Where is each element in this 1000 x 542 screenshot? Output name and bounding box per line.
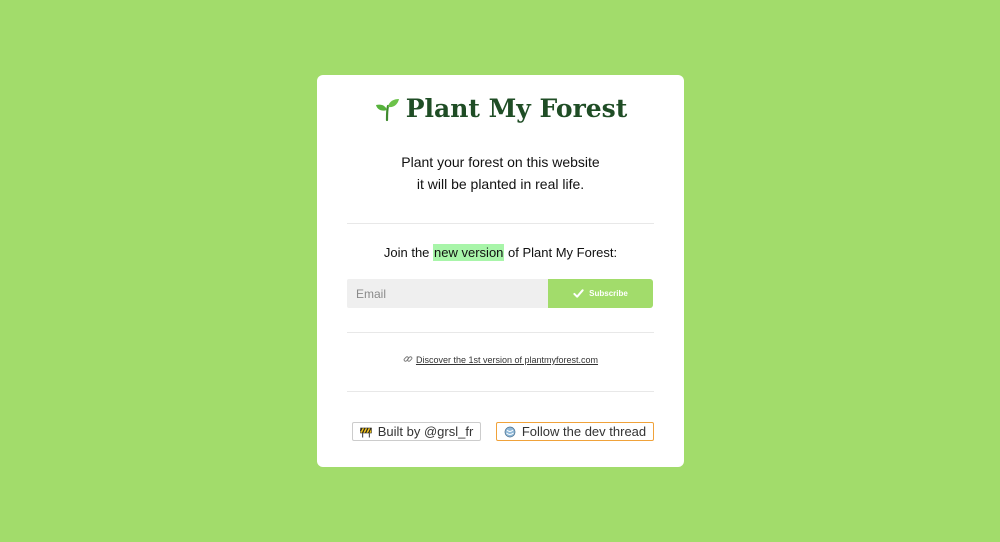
join-text: Join the new version of Plant My Forest: — [317, 244, 684, 261]
follow-thread-button[interactable]: Follow the dev thread — [496, 422, 654, 441]
join-prefix: Join the — [383, 245, 434, 260]
divider — [347, 391, 654, 392]
subscribe-button[interactable]: Subscribe — [548, 279, 653, 308]
built-by-button[interactable]: Built by @grsl_fr — [352, 422, 481, 441]
divider — [347, 223, 654, 224]
follow-thread-label: Follow the dev thread — [521, 424, 647, 439]
tagline-line-2: it will be planted in real life. — [416, 176, 585, 192]
join-suffix: of Plant My Forest: — [504, 245, 618, 260]
check-icon — [573, 289, 584, 298]
page-title: Plant My Forest — [317, 94, 684, 128]
subscribe-label: Subscribe — [589, 289, 628, 298]
link-icon — [403, 356, 413, 362]
discover-row: Discover the 1st version of plantmyfores… — [317, 354, 684, 365]
tagline-line-1: Plant your forest on this website — [401, 154, 600, 170]
title-text: Plant My Forest — [405, 94, 628, 123]
built-by-label: Built by @grsl_fr — [377, 424, 474, 439]
new-version-highlight: new version — [433, 244, 505, 261]
email-input[interactable] — [347, 279, 548, 308]
sprout-icon — [375, 98, 399, 121]
divider — [347, 332, 654, 333]
construction-icon — [359, 427, 372, 437]
thread-icon — [504, 426, 516, 437]
discover-link[interactable]: Discover the 1st version of plantmyfores… — [416, 355, 598, 365]
subscribe-form: Subscribe — [347, 279, 653, 308]
tagline: Plant your forest on this website it wil… — [317, 151, 684, 195]
signup-card: Plant My Forest Plant your forest on thi… — [317, 75, 684, 467]
